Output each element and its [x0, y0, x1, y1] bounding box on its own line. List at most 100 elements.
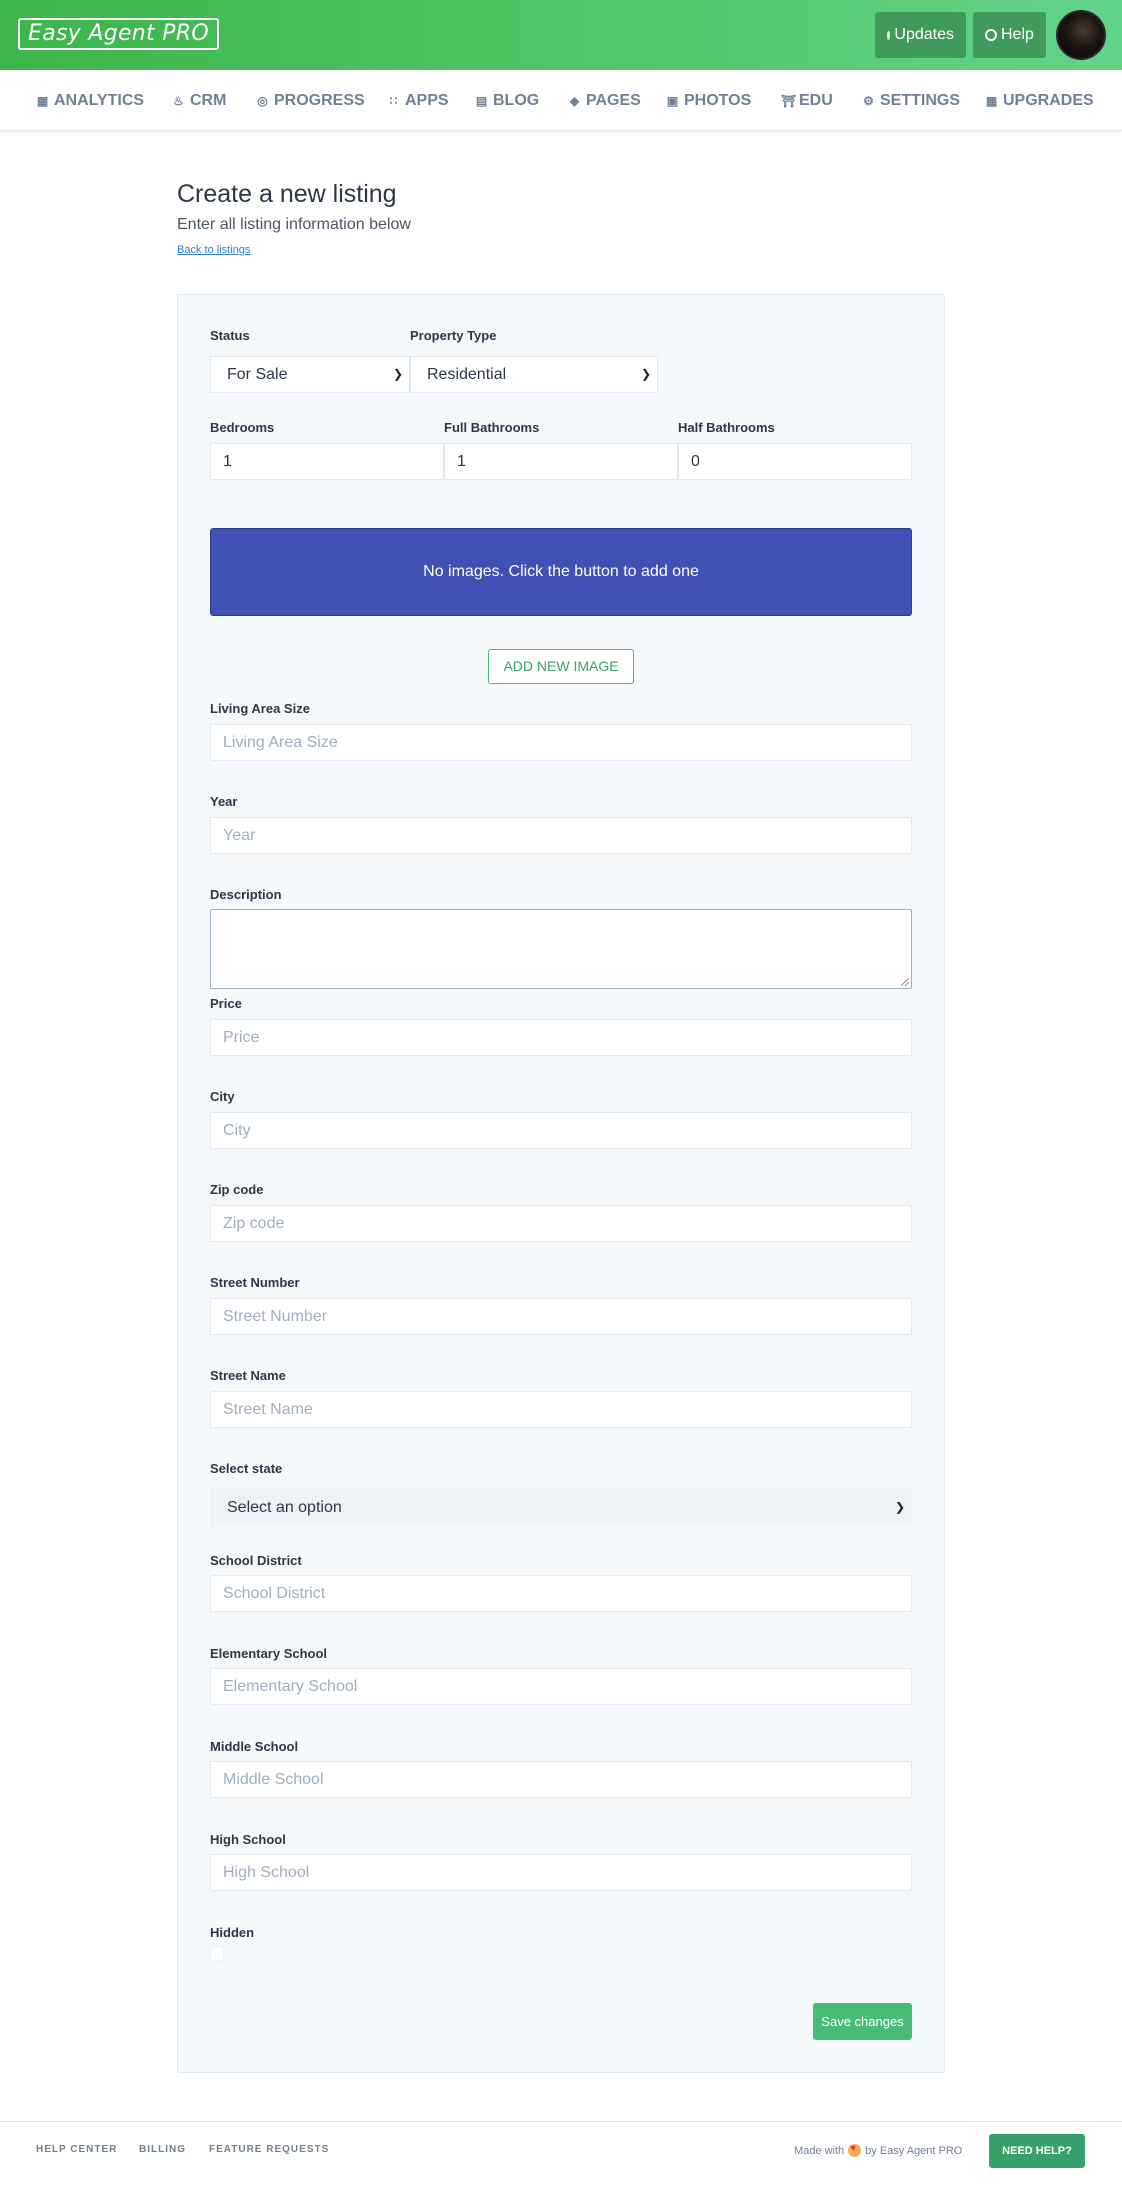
dots-grid-icon: ∷: [389, 94, 398, 108]
description-textarea[interactable]: [210, 909, 912, 989]
nav-label: ANALYTICS: [54, 92, 145, 109]
nav-label: UPGRADES: [1003, 92, 1094, 109]
resize-handle-icon[interactable]: [901, 978, 909, 986]
made-with-credit: Made with by Easy Agent PRO: [794, 2143, 963, 2157]
images-placeholder: No images. Click the button to add one: [210, 528, 912, 616]
property-type-select[interactable]: Residential ❯: [410, 356, 658, 393]
layers-icon: ◆: [569, 94, 580, 108]
back-to-listings-link[interactable]: Back to listings: [177, 244, 250, 256]
state-value: Select an option: [227, 1499, 342, 1516]
nav-item-edu[interactable]: ⛩ EDU: [781, 90, 833, 112]
heart-eyes-icon: [848, 2143, 862, 2157]
half-bathrooms-label: Half Bathrooms: [678, 420, 775, 435]
middle-school-input[interactable]: Middle School: [210, 1761, 912, 1798]
nav-label: APPS: [405, 92, 449, 109]
year-input[interactable]: Year: [210, 817, 912, 854]
help-button[interactable]: Help: [973, 12, 1046, 58]
city-input[interactable]: City: [210, 1112, 912, 1149]
middle-school-label: Middle School: [210, 1739, 299, 1754]
save-changes-button[interactable]: Save changes: [813, 2003, 912, 2040]
property-type-label: Property Type: [410, 328, 497, 343]
footer-link-help-center[interactable]: HELP CENTER: [36, 2144, 117, 2155]
newspaper-icon: ▤: [475, 94, 488, 108]
chevron-down-icon: ❯: [392, 367, 403, 381]
nav-item-settings[interactable]: ⚙ SETTINGS: [862, 90, 960, 112]
made-with-suffix: by Easy Agent PRO: [865, 2144, 963, 2157]
gear-icon: ⚙: [863, 94, 874, 108]
street-number-label: Street Number: [210, 1275, 300, 1290]
high-school-label: High School: [210, 1832, 286, 1847]
price-input[interactable]: Price: [210, 1019, 912, 1056]
status-value: For Sale: [227, 366, 288, 383]
updates-label: Updates: [894, 26, 954, 43]
half-bathrooms-input[interactable]: 0: [678, 443, 912, 480]
zip-label: Zip code: [210, 1182, 264, 1197]
school-district-input[interactable]: School District: [210, 1575, 912, 1612]
nav-item-analytics[interactable]: ▦ ANALYTICS: [36, 90, 144, 112]
bedrooms-input[interactable]: 1: [210, 443, 444, 480]
street-name-input[interactable]: Street Name: [210, 1391, 912, 1428]
nav-item-progress[interactable]: ◎ PROGRESS: [256, 90, 365, 112]
status-label: Status: [210, 328, 250, 343]
nav-label: CRM: [190, 92, 227, 109]
page-title: Create a new listing: [177, 180, 397, 208]
top-header: Easy Agent PRO Updates Help: [0, 0, 1122, 70]
status-select[interactable]: For Sale ❯: [210, 356, 410, 393]
living-area-label: Living Area Size: [210, 701, 310, 716]
full-bathrooms-label: Full Bathrooms: [444, 420, 540, 435]
avatar[interactable]: [1056, 10, 1106, 60]
street-name-label: Street Name: [210, 1368, 286, 1383]
camera-icon: ▣: [666, 94, 679, 108]
page-subtitle: Enter all listing information below: [177, 216, 411, 233]
nav-item-photos[interactable]: ▣ PHOTOS: [666, 90, 751, 112]
nav-label: EDU: [799, 92, 833, 109]
made-with-prefix: Made with: [794, 2144, 845, 2157]
nav-item-upgrades[interactable]: ▦ UPGRADES: [985, 90, 1094, 112]
nav-label: SETTINGS: [880, 92, 961, 109]
footer: HELP CENTER BILLING FEATURE REQUESTS Mad…: [0, 2121, 1122, 2179]
target-icon: ◎: [257, 94, 268, 108]
living-area-input[interactable]: Living Area Size: [210, 724, 912, 761]
price-label: Price: [210, 996, 242, 1011]
need-help-button[interactable]: NEED HELP?: [989, 2134, 1085, 2168]
chevron-down-icon: ❯: [640, 367, 651, 381]
main-nav: ▦ ANALYTICS ♨ CRM ◎ PROGRESS ∷ APPS ▤ BL…: [0, 70, 1122, 131]
nav-item-apps[interactable]: ∷ APPS: [387, 90, 449, 112]
street-number-input[interactable]: Street Number: [210, 1298, 912, 1335]
hidden-checkbox[interactable]: [210, 1947, 224, 1961]
state-label: Select state: [210, 1461, 283, 1476]
property-type-value: Residential: [427, 366, 507, 383]
nav-label: BLOG: [493, 92, 540, 109]
updates-button[interactable]: Updates: [875, 12, 966, 58]
app-logo[interactable]: Easy Agent PRO: [18, 18, 220, 50]
zip-input[interactable]: Zip code: [210, 1205, 912, 1242]
dot-icon: [887, 30, 891, 40]
nav-label: PHOTOS: [684, 92, 752, 109]
school-district-label: School District: [210, 1553, 302, 1568]
footer-link-billing[interactable]: BILLING: [139, 2144, 186, 2155]
nav-item-pages[interactable]: ◆ PAGES: [568, 90, 641, 112]
city-label: City: [210, 1089, 235, 1104]
university-icon: ⛩: [781, 94, 797, 108]
hidden-label: Hidden: [210, 1925, 255, 1940]
chevron-down-icon: ❯: [894, 1500, 905, 1514]
state-select[interactable]: Select an option ❯: [210, 1488, 912, 1527]
fire-icon: ♨: [173, 94, 184, 108]
footer-link-feature-requests[interactable]: FEATURE REQUESTS: [209, 2144, 329, 2155]
high-school-input[interactable]: High School: [210, 1854, 912, 1891]
elementary-school-label: Elementary School: [210, 1646, 328, 1661]
description-label: Description: [210, 887, 282, 902]
add-image-button[interactable]: ADD NEW IMAGE: [488, 649, 634, 684]
elementary-school-input[interactable]: Elementary School: [210, 1668, 912, 1705]
store-icon: ▦: [985, 94, 998, 108]
bedrooms-label: Bedrooms: [210, 420, 275, 435]
nav-label: PROGRESS: [274, 92, 365, 109]
circle-icon: [985, 29, 997, 41]
nav-item-blog[interactable]: ▤ BLOG: [475, 90, 539, 112]
grid-icon: ▦: [36, 94, 49, 108]
year-label: Year: [210, 794, 238, 809]
full-bathrooms-input[interactable]: 1: [444, 443, 678, 480]
help-label: Help: [1001, 26, 1034, 43]
nav-label: PAGES: [586, 92, 641, 109]
nav-item-crm[interactable]: ♨ CRM: [172, 90, 226, 112]
